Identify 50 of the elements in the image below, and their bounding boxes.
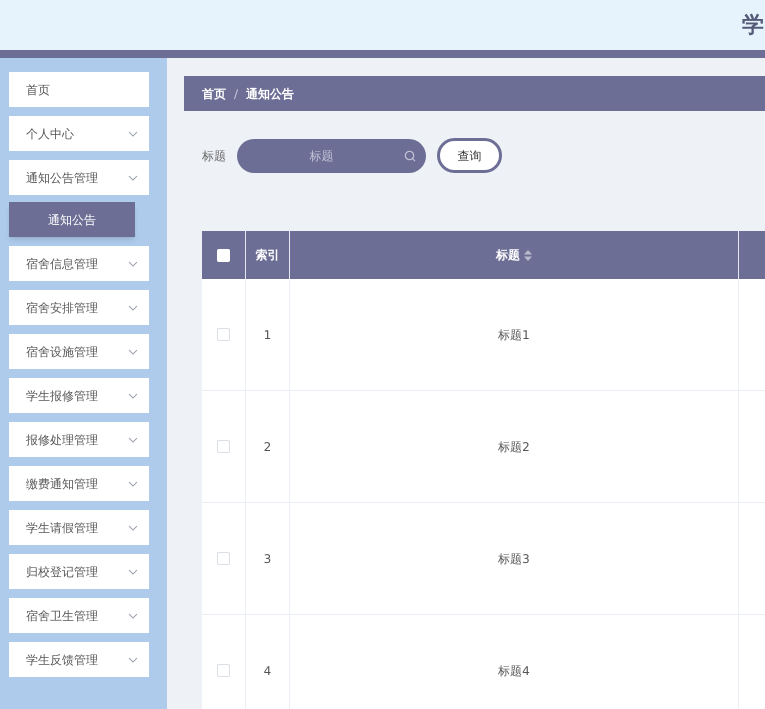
breadcrumb-separator: / [234,86,238,102]
chevron-down-icon [128,304,138,310]
table-cell-text: 4 [264,662,272,680]
sort-icon[interactable] [524,250,532,260]
column-header: 索引 [256,247,280,264]
sidebar-item[interactable]: 宿舍设施管理 [9,334,149,369]
chevron-down-icon [128,392,138,398]
chevron-down-icon [128,260,138,266]
site-title: 学 [742,12,764,40]
chevron-down-icon [128,480,138,486]
chevron-down-icon [128,656,138,662]
checkbox[interactable] [217,664,230,677]
checkbox[interactable] [217,328,230,341]
breadcrumb-item[interactable]: 首页 [202,84,226,102]
sidebar-item[interactable]: 归校登记管理 [9,554,149,589]
chevron-down-icon [128,568,138,574]
checkbox[interactable] [217,248,230,262]
table-cell-text: 标题2 [498,438,530,456]
submenu-item[interactable]: 通知公告 [9,202,135,237]
sidebar-item[interactable]: 宿舍安排管理 [9,290,149,325]
sidebar-item[interactable]: 报修处理管理 [9,422,149,457]
table-cell-text: 1 [264,326,272,344]
sidebar-item[interactable]: 学生请假管理 [9,510,149,545]
table-cell-text: 3 [264,550,272,568]
column-header[interactable]: 标题 [496,246,520,264]
checkbox[interactable] [217,552,230,565]
checkbox[interactable] [217,440,230,453]
search-label: 标题 [202,148,226,164]
chevron-down-icon [128,524,138,530]
sidebar-item[interactable]: 学生报修管理 [9,378,149,413]
sidebar-item[interactable]: 宿舍信息管理 [9,246,149,281]
chevron-down-icon [128,130,138,136]
chevron-down-icon [128,612,138,618]
sidebar-item[interactable]: 个人中心 [9,116,149,151]
sidebar-item[interactable]: 通知公告管理 [9,160,149,195]
search-icon [404,150,416,162]
table-cell-text: 标题3 [498,550,530,568]
chevron-down-icon [128,348,138,354]
sidebar-item[interactable]: 学生反馈管理 [9,642,149,677]
table-cell-text: 标题1 [498,326,530,344]
table-cell-text: 标题4 [498,662,530,680]
search-field[interactable]: 标题 [237,138,426,172]
sidebar-item[interactable]: 缴费通知管理 [9,466,149,501]
chevron-down-icon [128,174,138,180]
chevron-down-icon [128,436,138,442]
query-button[interactable]: 查询 [437,138,502,173]
breadcrumb-item[interactable]: 通知公告 [246,84,294,102]
table-cell-text: 2 [264,438,272,456]
sidebar-item[interactable]: 首页 [9,72,149,107]
sidebar-item[interactable]: 宿舍卫生管理 [9,598,149,633]
